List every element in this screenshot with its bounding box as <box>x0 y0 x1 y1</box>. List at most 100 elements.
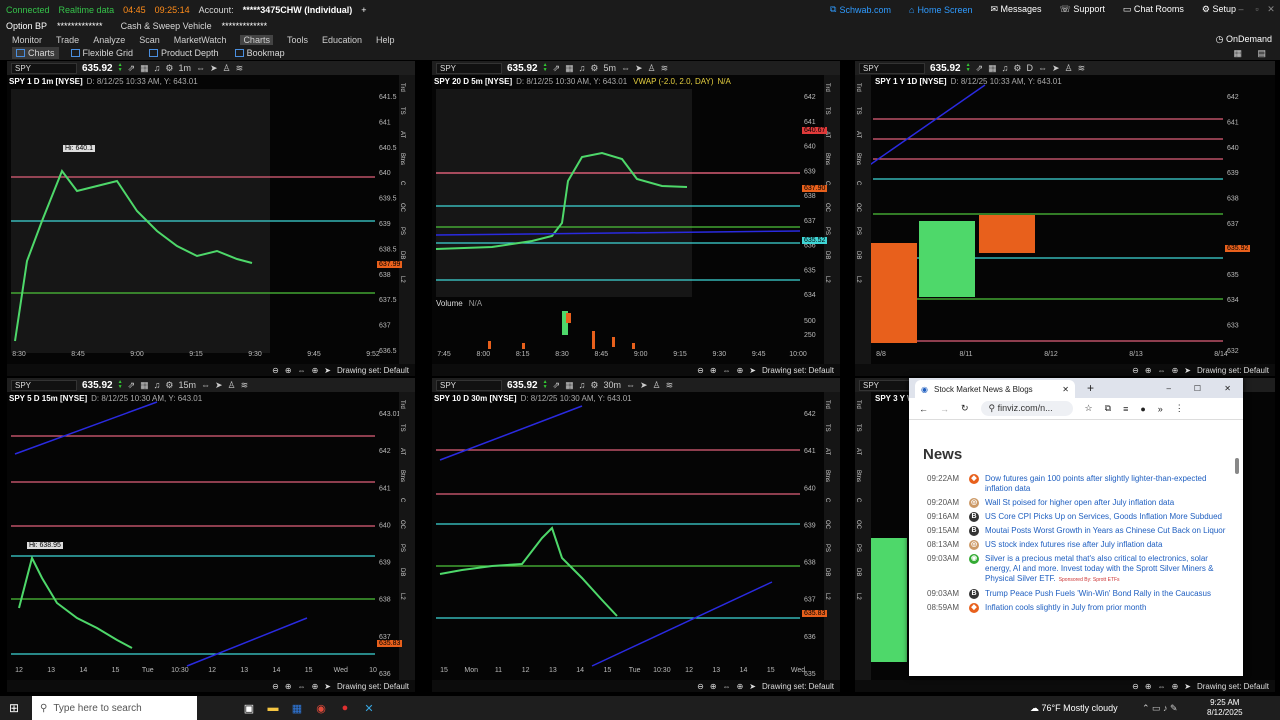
side-tab-db[interactable]: DB <box>855 560 861 584</box>
drawing-set-label[interactable]: Drawing set: Default <box>1197 682 1269 691</box>
pan-icon[interactable]: ⇔ <box>298 366 306 375</box>
store-icon[interactable]: ▦ <box>285 696 309 720</box>
menu-trade[interactable]: Trade <box>56 35 79 45</box>
menu-charts[interactable]: Charts <box>240 34 273 45</box>
news-item[interactable]: 08:59AM ◆ Inflation cools slightly in July… <box>923 603 1229 613</box>
chart-canvas[interactable]: 6426416406396386376366356347:45 8:00 8:15 8… <box>432 61 840 376</box>
news-headline-link[interactable]: Silver is a precious metal that's also c… <box>985 554 1229 585</box>
pan-icon[interactable]: ⇔ <box>723 682 731 691</box>
account-selector[interactable]: *****3475CHW (Individual) <box>243 5 353 15</box>
side-tab-ts[interactable]: TS <box>855 416 861 440</box>
link-schwab[interactable]: ⧉ Schwab.com <box>830 4 891 15</box>
file-explorer-icon[interactable]: ▬ <box>261 696 285 720</box>
news-item[interactable]: 09:16AM B US Core CPI Picks Up on Services… <box>923 512 1229 522</box>
side-tab-btns[interactable]: Btns <box>399 147 405 171</box>
minimize-icon[interactable]: – <box>1234 0 1248 19</box>
subtab-product-depth[interactable]: Product Depth <box>145 47 223 59</box>
trend-line[interactable] <box>439 405 583 461</box>
news-headline-link[interactable]: Moutai Posts Worst Growth in Years as Ch… <box>985 526 1225 536</box>
news-headline-link[interactable]: Dow futures gain 100 points after slight… <box>985 474 1229 494</box>
side-tab-db[interactable]: DB <box>399 560 405 584</box>
ondemand-button[interactable]: ◷ OnDemand <box>1216 34 1272 45</box>
weather[interactable]: ☁ 76°F Mostly cloudy <box>1030 703 1118 714</box>
bookmark-star-icon[interactable]: ☆ <box>1085 403 1093 414</box>
pan-icon[interactable]: ⇔ <box>1158 682 1166 691</box>
side-tab-trd[interactable]: Trd <box>855 392 861 416</box>
extensions-icon[interactable]: ⧉ <box>1105 403 1111 414</box>
side-tab-ps[interactable]: PS <box>399 219 405 243</box>
close-tab-icon[interactable]: ✕ <box>1062 385 1069 394</box>
crosshair-icon[interactable]: ⊕ <box>737 366 744 375</box>
side-tab-ts[interactable]: TS <box>399 99 405 123</box>
media-icon[interactable]: ≡ <box>1123 404 1128 414</box>
chart-panel-5[interactable]: SPY 635.92 ▲ ▼ ⇗ ▦ ♫ ⚙ 30m ⇔ ➤ ♙ ≋ 642 641 640 639 638 637… <box>432 378 840 692</box>
news-item[interactable]: 09:03AM ◉ Silver is a precious metal that'… <box>923 554 1229 585</box>
chart-panel-3[interactable]: SPY 635.92 ▲ ▼ ⇗ ▦ ♫ ⚙ D ⇔ ➤ ♙ ≋ 642 641 640 639 638 637 63… <box>855 61 1275 376</box>
side-tab-oc[interactable]: OC <box>855 195 861 219</box>
side-tab-ps[interactable]: PS <box>824 536 830 560</box>
zoom-out-icon[interactable]: ⊖ <box>1132 366 1139 375</box>
menu-tools[interactable]: Tools <box>287 35 308 45</box>
side-tab-oc[interactable]: OC <box>855 512 861 536</box>
side-tab-ps[interactable]: PS <box>855 536 861 560</box>
maximize-icon[interactable]: ☐ <box>1194 384 1201 393</box>
news-item[interactable]: 09:22AM ◆ Dow futures gain 100 points afte… <box>923 474 1229 494</box>
subtab-flexible-grid[interactable]: Flexible Grid <box>67 47 138 59</box>
layout-menu-icon[interactable]: ▤ <box>1257 48 1266 59</box>
side-tab-db[interactable]: DB <box>824 243 830 267</box>
news-headline-link[interactable]: Wall St poised for higher open after Jul… <box>985 498 1174 508</box>
crosshair-icon[interactable]: ⊕ <box>1172 682 1179 691</box>
pan-icon[interactable]: ⇔ <box>298 682 306 691</box>
side-tab-l2[interactable]: L2 <box>855 267 861 291</box>
pan-icon[interactable]: ⇔ <box>1158 366 1166 375</box>
trend-line[interactable] <box>860 84 986 172</box>
crosshair-icon[interactable]: ⊕ <box>737 682 744 691</box>
zoom-in-icon[interactable]: ⊕ <box>285 366 292 375</box>
pointer-icon[interactable]: ➤ <box>324 682 331 691</box>
side-tab-at[interactable]: AT <box>399 440 405 464</box>
side-tab-trd[interactable]: Trd <box>399 392 405 416</box>
side-tab-ts[interactable]: TS <box>824 416 830 440</box>
zoom-in-icon[interactable]: ⊕ <box>1145 682 1152 691</box>
side-tab-c[interactable]: C <box>399 488 405 512</box>
more-icon[interactable]: » <box>1158 404 1163 414</box>
trend-line[interactable] <box>591 581 773 667</box>
zoom-in-icon[interactable]: ⊕ <box>710 366 717 375</box>
link-setup[interactable]: ⚙ Setup <box>1202 4 1236 15</box>
news-headline-link[interactable]: US Core CPI Picks Up on Services, Goods … <box>985 512 1222 522</box>
menu-scan[interactable]: Scan <box>139 35 160 45</box>
zoom-out-icon[interactable]: ⊖ <box>272 366 279 375</box>
side-tab-ps[interactable]: PS <box>399 536 405 560</box>
news-item[interactable]: 09:15AM B Moutai Posts Worst Growth in Yea… <box>923 526 1229 536</box>
side-tab-trd[interactable]: Trd <box>855 75 861 99</box>
close-icon[interactable]: ✕ <box>1224 384 1231 393</box>
side-tab-l2[interactable]: L2 <box>824 584 830 608</box>
side-tab-ts[interactable]: TS <box>855 99 861 123</box>
subtab-bookmap[interactable]: Bookmap <box>231 47 289 59</box>
side-tab-btns[interactable]: Btns <box>399 464 405 488</box>
trend-line[interactable] <box>14 401 158 455</box>
browser-window[interactable]: ◉ Stock Market News & Blogs ✕ + – ☐ ✕ ← → … <box>909 378 1243 676</box>
subtab-charts[interactable]: Charts <box>12 47 59 59</box>
side-tab-btns[interactable]: Btns <box>855 464 861 488</box>
side-tab-btns[interactable]: Btns <box>824 147 830 171</box>
new-tab-icon[interactable]: + <box>1087 381 1094 395</box>
profile-icon[interactable]: ● <box>1140 404 1145 414</box>
menu-icon[interactable]: ⋮ <box>1175 403 1184 414</box>
side-tab-at[interactable]: AT <box>399 123 405 147</box>
side-tab-c[interactable]: C <box>399 171 405 195</box>
side-tab-trd[interactable]: Trd <box>824 75 830 99</box>
pointer-icon[interactable]: ➤ <box>749 682 756 691</box>
back-icon[interactable]: ← <box>919 404 928 414</box>
windows-start-icon[interactable]: ⊞ <box>9 701 19 715</box>
zoom-out-icon[interactable]: ⊖ <box>697 366 704 375</box>
side-tab-oc[interactable]: OC <box>399 195 405 219</box>
drawing-set-label[interactable]: Drawing set: Default <box>762 366 834 375</box>
add-icon[interactable]: + <box>361 5 366 15</box>
link-home-screen[interactable]: ⌂ Home Screen <box>909 5 972 15</box>
zoom-in-icon[interactable]: ⊕ <box>285 682 292 691</box>
layout-icon[interactable]: ▦ <box>1233 48 1242 59</box>
side-tab-c[interactable]: C <box>855 171 861 195</box>
chart-panel-2[interactable]: SPY 635.92 ▲ ▼ ⇗ ▦ ♫ ⚙ 5m ⇔ ➤ ♙ ≋ 642 641 640 639 638 637 6… <box>432 61 840 376</box>
link-support[interactable]: ☏ Support <box>1060 4 1105 15</box>
